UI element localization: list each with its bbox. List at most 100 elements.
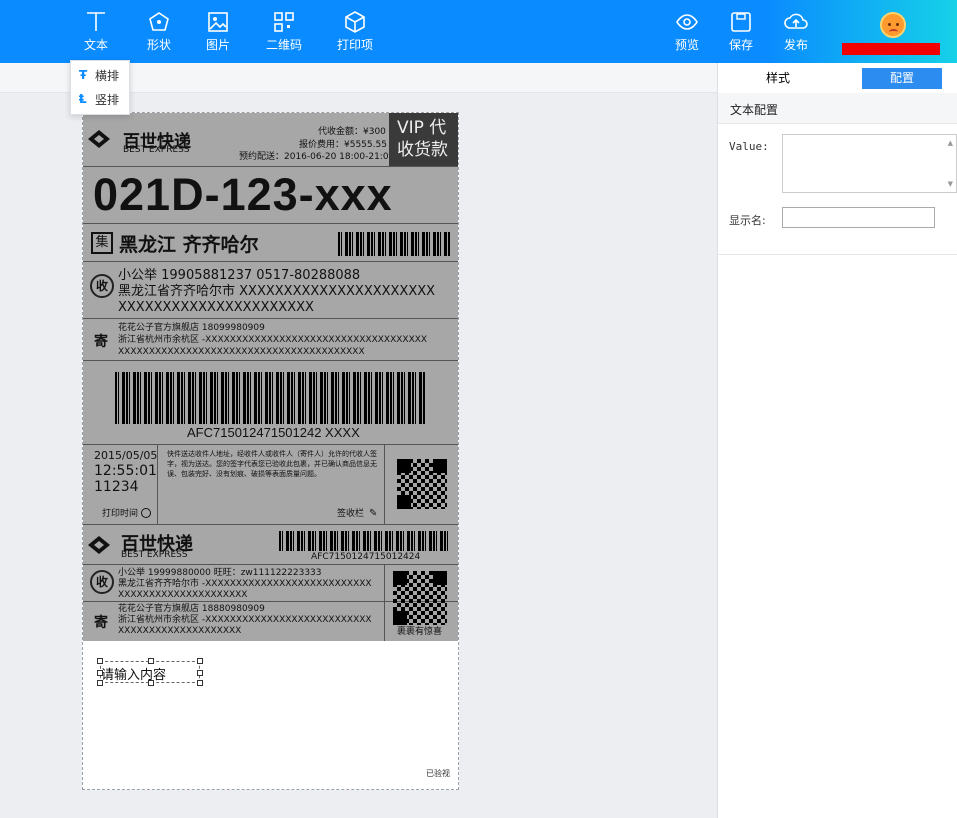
sender2-line2: 浙江省杭州市余杭区 -XXXXXXXXXXXXXXXXXXXXXXXXXXX <box>118 615 372 625</box>
tool-text-label: 文本 <box>84 38 109 52</box>
tracking-number: AFC715012471501242 XXXX <box>187 425 360 440</box>
preview-button[interactable]: 预览 <box>675 10 699 52</box>
sender-line2: 浙江省杭州市余杭区 -XXXXXXXXXXXXXXXXXXXXXXXXXXXXX… <box>118 335 428 345</box>
tool-print-item-label: 打印项 <box>337 38 374 52</box>
brand-logo-icon-2 <box>87 535 111 555</box>
section-title: 文本配置 <box>718 93 957 124</box>
resize-handle-e[interactable] <box>197 670 203 676</box>
print-time-cell: 2015/05/05 12:55:01 11234 打印时间 <box>83 445 158 525</box>
tool-image[interactable]: 图片 <box>206 10 230 52</box>
preview-label: 预览 <box>675 38 700 52</box>
save-button[interactable]: 保存 <box>729 10 753 52</box>
pencil-icon: ✎ <box>369 508 378 519</box>
send-icon-2: 寄 <box>94 615 108 631</box>
text-element-content: 请输入内容 <box>101 668 167 683</box>
tool-text[interactable]: 文本 <box>84 10 108 52</box>
top-toolbar: 文本 形状 图片 二维码 打印项 预览 保存 发布 <box>0 0 957 63</box>
main-barcode <box>115 372 425 424</box>
resize-handle-se[interactable] <box>197 680 203 686</box>
username-redacted <box>842 43 940 55</box>
clock-icon <box>141 508 151 518</box>
scroll-up-icon[interactable]: ▲ <box>948 139 953 147</box>
dropdown-vertical[interactable]: Ⱡ 竖排 <box>71 85 129 109</box>
surprise-text: 裹裹有惊喜 <box>397 627 443 637</box>
horizontal-text-icon: Ŧ <box>79 68 88 82</box>
destination-barcode <box>338 232 451 256</box>
receiver-line1: 小公举 19905881237 0517-80288088 <box>118 268 361 283</box>
publish-label: 发布 <box>783 38 808 52</box>
dropdown-horizontal[interactable]: Ŧ 横排 <box>71 61 129 85</box>
scroll-down-icon[interactable]: ▼ <box>948 180 953 188</box>
fee: 报价费用：¥5555.55 <box>299 140 387 150</box>
print-date: 2015/05/05 <box>94 449 158 462</box>
print-num: 11234 <box>94 479 139 495</box>
label-paper[interactable]: 百世快递 BEST EXPRESS 代收金额：¥300 报价费用：¥5555.5… <box>82 112 459 790</box>
tracking-number-2: AFC7150124715012424 <box>311 552 421 562</box>
panel-divider <box>718 254 957 255</box>
vip-badge: VIP 代 收货款 <box>389 113 458 166</box>
destination-row: 集 黑龙江 齐齐哈尔 <box>83 224 458 262</box>
send-icon: 寄 <box>94 334 108 350</box>
tool-shape[interactable]: 形状 <box>147 10 171 52</box>
cloud-upload-icon <box>784 13 808 29</box>
receiver2-line1: 小公举 19999880000 旺旺：zw111122223333 <box>118 568 322 578</box>
avatar[interactable] <box>880 12 906 38</box>
sort-code: 021D-123-xxx <box>93 169 393 220</box>
receiver-line2: 黑龙江省齐齐哈尔市 XXXXXXXXXXXXXXXXXXXXXX <box>118 284 436 299</box>
publish-button[interactable]: 发布 <box>783 10 809 52</box>
tool-qrcode[interactable]: 二维码 <box>266 10 302 52</box>
delivery-notice: 快件送达收件人地址，经收件人或收件人（寄件人）允许的代收人签字，视为送达。您的签… <box>167 450 377 478</box>
text-orientation-dropdown: Ŧ 横排 Ⱡ 竖排 <box>70 60 130 115</box>
resize-handle-sw[interactable] <box>97 680 103 686</box>
qrcode-icon <box>274 12 294 32</box>
properties-panel: 样式 配置 文本配置 Value: ▲ ▼ 显示名: <box>717 63 957 818</box>
collect-icon: 集 <box>91 232 113 254</box>
resize-handle-ne[interactable] <box>197 658 203 664</box>
text-icon <box>87 12 105 31</box>
resize-handle-w[interactable] <box>97 670 103 676</box>
display-name-label: 显示名: <box>729 214 766 227</box>
save-label: 保存 <box>729 38 754 52</box>
stub-barcode <box>279 531 449 551</box>
print-time-label: 打印时间 <box>102 509 139 519</box>
dropdown-horizontal-label: 横排 <box>95 68 120 83</box>
shape-icon <box>149 12 169 31</box>
print-time: 12:55:01 <box>94 463 157 479</box>
brand-en: BEST EXPRESS <box>123 145 190 155</box>
vertical-text-icon: Ⱡ <box>79 92 87 106</box>
resize-handle-nw[interactable] <box>97 658 103 664</box>
text-element-selected[interactable]: 请输入内容 <box>97 658 203 686</box>
receive-icon-2: 收 <box>90 570 114 594</box>
resize-handle-s[interactable] <box>148 680 154 686</box>
sender2-line1: 花花公子官方旗舰店 18880980909 <box>118 604 265 614</box>
value-label: Value: <box>729 140 769 153</box>
tool-image-label: 图片 <box>206 38 231 52</box>
qr-cell <box>384 445 458 525</box>
print-item-icon <box>345 11 365 33</box>
destination: 黑龙江 齐齐哈尔 <box>119 234 259 256</box>
verified-text: 已验视 <box>426 769 450 778</box>
brand-en-2: BEST EXPRESS <box>121 550 188 560</box>
dropdown-vertical-label: 竖排 <box>95 92 120 107</box>
receiver-row: 收 小公举 19905881237 0517-80288088 黑龙江省齐齐哈尔… <box>83 262 458 319</box>
stub-header-row: 百世快递 BEST EXPRESS AFC7150124715012424 <box>83 525 458 565</box>
sender-line3: XXXXXXXXXXXXXXXXXXXXXXXXXXXXXXXXXXXXXXXX <box>118 347 365 357</box>
sender-row: 寄 花花公子官方旗舰店 18099980909 浙江省杭州市余杭区 -XXXXX… <box>83 319 458 361</box>
vip-line1: VIP 代 <box>397 118 447 138</box>
tool-print-item[interactable]: 打印项 <box>337 10 373 52</box>
tab-style[interactable]: 样式 <box>748 68 808 89</box>
sign-label: 签收栏 <box>337 509 365 519</box>
appointment: 预约配送：2016-06-20 18:00-21:00 <box>239 152 395 162</box>
main-barcode-row: AFC715012471501242 XXXX <box>83 361 458 445</box>
resize-handle-n[interactable] <box>148 658 154 664</box>
brand-logo-icon <box>87 129 111 149</box>
receiver2-line3: XXXXXXXXXXXXXXXXXXXXX <box>118 590 248 600</box>
label-header: 百世快递 BEST EXPRESS 代收金额：¥300 报价费用：¥5555.5… <box>83 113 458 167</box>
sender2-line3: XXXXXXXXXXXXXXXXXXXX <box>118 626 242 636</box>
tab-config[interactable]: 配置 <box>862 68 942 89</box>
display-name-input[interactable] <box>782 207 935 228</box>
panel-tabs: 样式 配置 <box>718 63 957 93</box>
value-textarea[interactable]: ▲ ▼ <box>782 134 957 193</box>
qr-code <box>397 459 447 509</box>
sender-line1: 花花公子官方旗舰店 18099980909 <box>118 323 265 333</box>
